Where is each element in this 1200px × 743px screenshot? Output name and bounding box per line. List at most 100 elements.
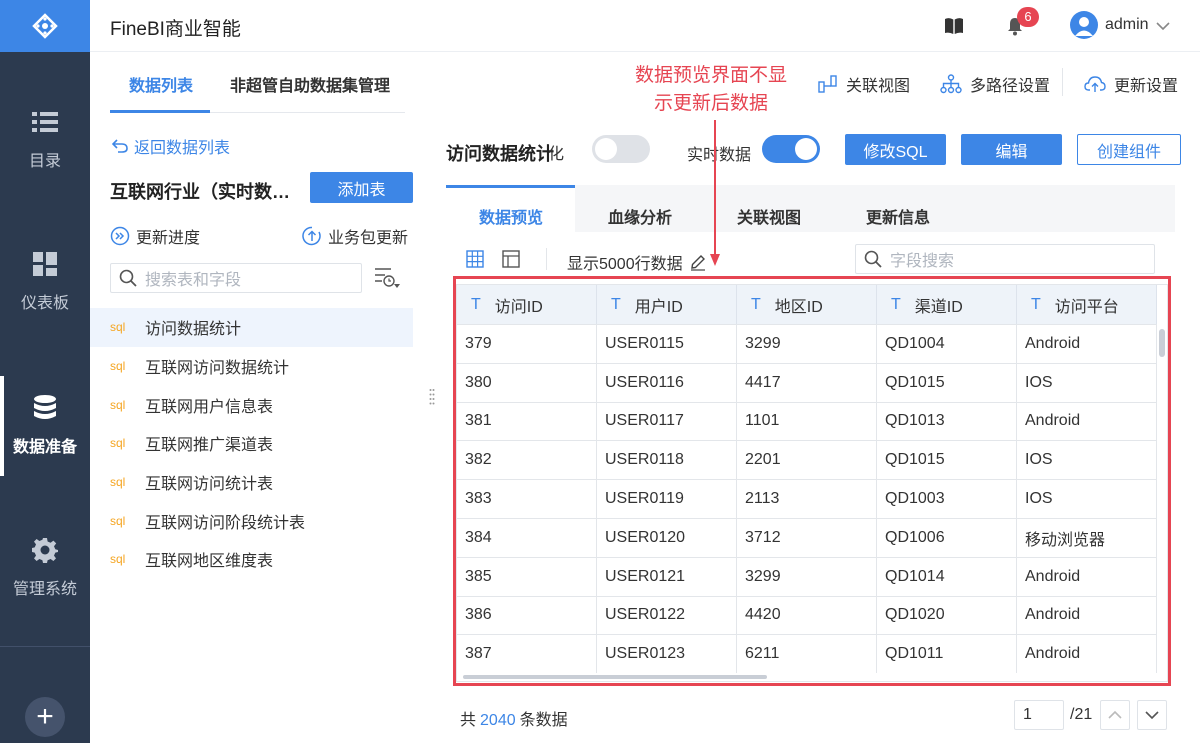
nav-label: 目录 [28,153,61,170]
table-row: 387 USER0123 6211 QD1011 Android [457,634,1157,674]
left-nav: 目录 仪表板 数据准备 管理系统 + [0,0,90,743]
column-header[interactable]: T 访问ID [457,285,597,324]
table-header: T 访问ID T 用户ID T 地区ID T 渠道ID T 访问平台 [457,285,1157,324]
page-number-input[interactable]: 1 [1014,700,1064,730]
username[interactable]: admin [1105,16,1149,34]
table-cell: 2113 [737,480,877,518]
create-component-button[interactable]: 创建组件 [1077,134,1181,165]
tab-relation-view[interactable]: 关联视图 [737,204,801,228]
text-type-icon: T [471,295,481,313]
plus-icon: + [36,700,54,733]
app-logo[interactable] [0,0,90,52]
filter-sort-icon[interactable] [374,267,402,294]
field-search-placeholder: 字段搜索 [890,253,955,270]
table-cell: QD1004 [877,325,1017,363]
list-item[interactable]: sql 互联网访问阶段统计表 [90,501,413,540]
text-type-icon: T [891,295,901,313]
relation-icon [818,75,837,93]
table-cell: USER0117 [597,402,737,441]
nav-item-catalog[interactable]: 目录 [0,90,90,190]
add-table-button[interactable]: 添加表 [310,172,413,203]
back-label: 返回数据列表 [134,140,231,157]
list-item[interactable]: sql 互联网推广渠道表 [90,424,413,463]
multipath-label: 多路径设置 [970,78,1051,95]
table-search-input[interactable]: 搜索表和字段 [110,263,362,293]
table-cell: QD1003 [877,480,1017,518]
table-name: 访问数据统计 [145,321,242,339]
table-cell: 384 [457,519,597,557]
column-header[interactable]: T 地区ID [737,285,877,324]
multipath-settings-button[interactable]: 多路径设置 [940,72,1050,96]
nav-item-dashboard[interactable]: 仪表板 [0,232,90,332]
nav-label: 数据准备 [12,439,77,456]
toggle-knob [795,138,817,160]
list-item[interactable]: sql 访问数据统计 [90,308,413,347]
back-to-list-link[interactable]: 返回数据列表 [112,134,230,158]
table-cell: USER0115 [597,325,737,363]
nav-item-admin[interactable]: 管理系统 [0,518,90,618]
main-panel: 关联视图 多路径设置 更新设置 访问数据统计 化 实时数据 修改SQL 编辑 创… [446,52,1200,743]
table-cell: 385 [457,557,597,596]
nav-item-data-prep[interactable]: 数据准备 [0,376,90,476]
list-item[interactable]: sql 互联网用户信息表 [90,385,413,424]
table-cell: USER0121 [597,557,737,596]
table-cell: 387 [457,635,597,674]
update-progress-button[interactable]: 更新进度 [110,224,200,248]
table-row: 380 USER0116 4417 QD1015 IOS [457,362,1157,402]
table-cell: 3712 [737,519,877,557]
next-page-button[interactable] [1137,700,1167,730]
total-count: 共 2040 条数据 [460,706,568,730]
vertical-scrollbar[interactable] [1159,329,1165,357]
list-icon [32,109,58,135]
table-name: 互联网用户信息表 [145,398,274,416]
panel-resize-handle[interactable] [429,388,435,406]
table-cell: QD1014 [877,557,1017,596]
column-label: 渠道ID [914,298,963,316]
list-item[interactable]: sql 互联网访问统计表 [90,463,413,502]
table-cell: 383 [457,480,597,518]
horizontal-scrollbar[interactable] [463,675,767,679]
toolbar-divider [546,248,547,270]
package-update-button[interactable]: 业务包更新 [302,224,408,248]
upload-circle-icon [302,226,321,246]
table-cell: 3299 [737,557,877,596]
row-limit-setting[interactable]: 显示5000行数据 [567,250,707,274]
column-header[interactable]: T 渠道ID [877,285,1017,324]
add-button[interactable]: + [25,697,65,737]
annotation-note: 数据预览界面不显 示更新后数据 [631,62,791,118]
gear-icon [32,537,58,563]
list-item[interactable]: sql 互联网地区维度表 [90,540,413,579]
data-preview-table: T 访问ID T 用户ID T 地区ID T 渠道ID T 访问平台 379 USER011… [456,284,1168,682]
realtime-toggle[interactable] [762,135,820,163]
column-header[interactable]: T 访问平台 [1017,285,1157,324]
list-item[interactable]: sql 互联网访问数据统计 [90,347,413,386]
edit-sql-button[interactable]: 修改SQL [845,134,946,165]
relation-view-button[interactable]: 关联视图 [818,72,910,96]
chevron-down-icon[interactable] [1156,18,1170,36]
tab-self-service-dataset[interactable]: 非超管自助数据集管理 [230,72,390,96]
table-cell: IOS [1017,441,1157,480]
sql-tag: sql [110,475,126,490]
edit-button[interactable]: 编辑 [961,134,1062,165]
tab-data-list[interactable]: 数据列表 [129,72,193,96]
sql-tag: sql [110,552,126,567]
nav-label: 管理系统 [12,581,77,598]
tab-lineage[interactable]: 血缘分析 [608,204,672,228]
update-settings-button[interactable]: 更新设置 [1084,72,1178,96]
annotation-line: 数据预览界面不显 [634,65,787,86]
avatar[interactable] [1070,11,1098,39]
grid-view-icon[interactable] [466,250,484,273]
tab-data-preview[interactable]: 数据预览 [479,204,543,228]
column-header[interactable]: T 用户ID [597,285,737,324]
text-type-icon: T [611,295,621,313]
field-search-input[interactable]: 字段搜索 [855,244,1155,274]
top-header: FineBI商业智能 6 admin [90,0,1200,52]
tab-update-info[interactable]: 更新信息 [866,204,930,228]
prev-page-button[interactable] [1100,700,1130,730]
chevron-down-icon [1145,711,1159,720]
toggle-knob [595,138,617,160]
book-icon[interactable] [944,16,964,36]
layout-view-icon[interactable] [502,250,520,273]
dashboard-icon [32,251,58,277]
toggle-off[interactable] [592,135,650,163]
